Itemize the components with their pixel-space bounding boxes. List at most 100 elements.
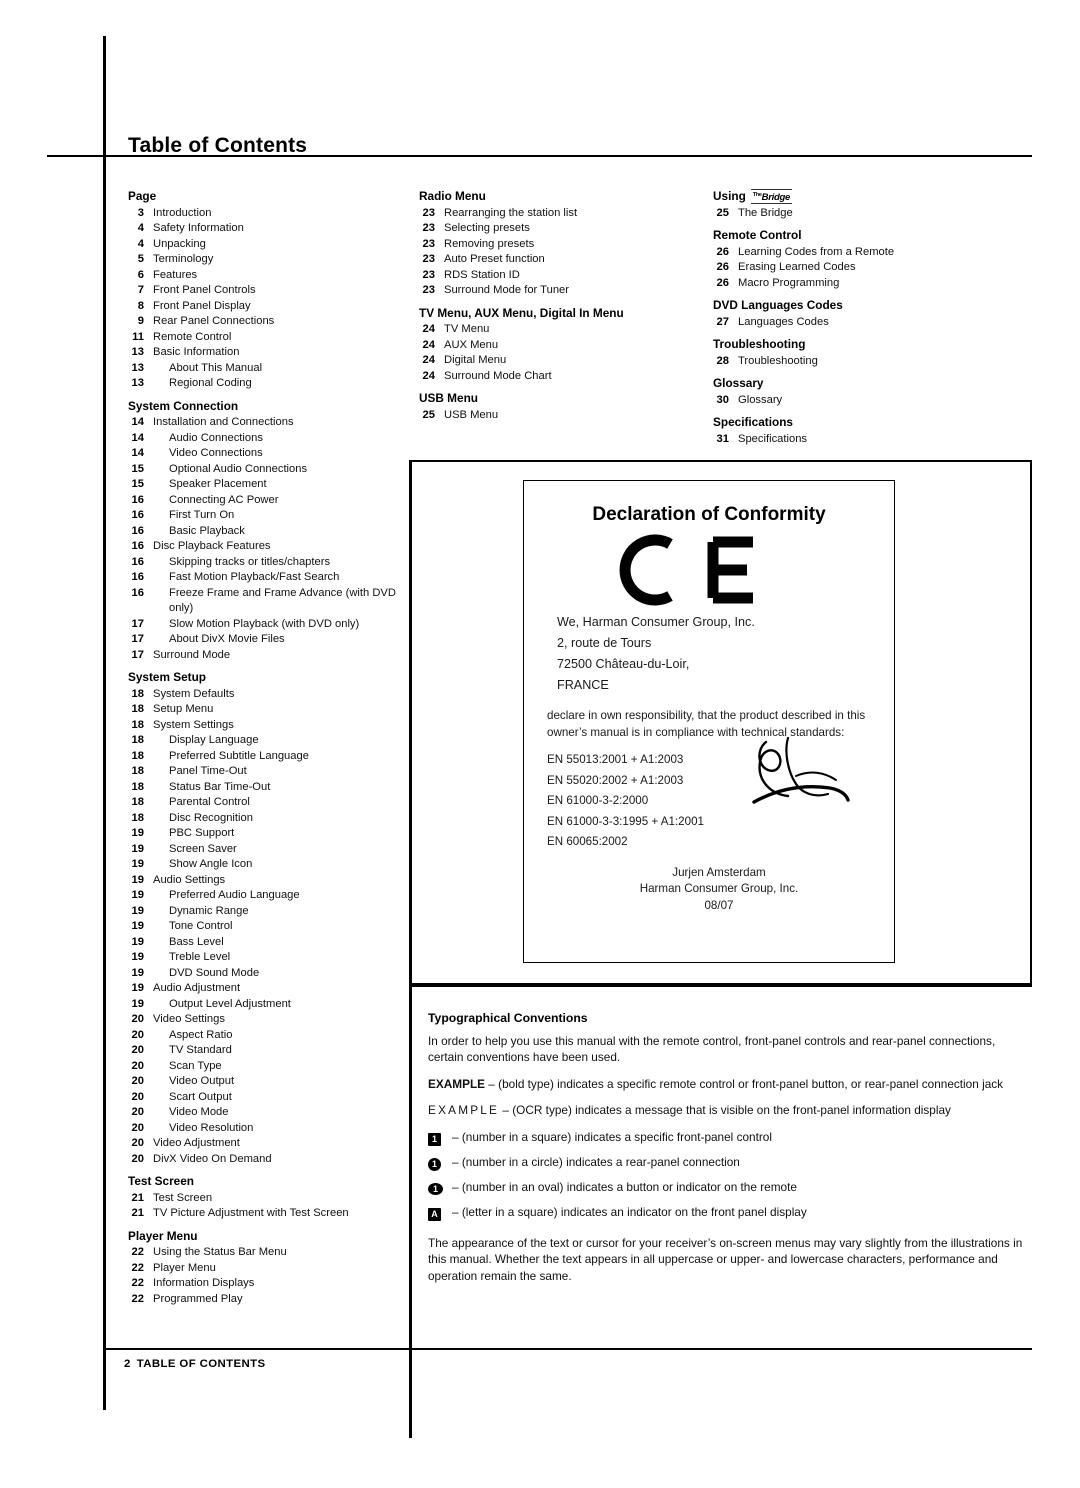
toc-entry[interactable]: 22 Using the Status Bar Menu (128, 1245, 403, 1261)
toc-entry[interactable]: 19 Tone Control (128, 919, 403, 935)
toc-entry[interactable]: 24 TV Menu (419, 322, 689, 338)
toc-entry[interactable]: 15 Speaker Placement (128, 477, 403, 493)
toc-entry[interactable]: 20 Scan Type (128, 1059, 403, 1075)
toc-entry-label: Status Bar Time-Out (169, 780, 271, 793)
toc-entry[interactable]: 13 Basic Information (128, 345, 403, 361)
toc-entry[interactable]: 19 Output Level Adjustment (128, 997, 403, 1013)
toc-entry[interactable]: 19 Treble Level (128, 950, 403, 966)
toc-entry[interactable]: 20 Aspect Ratio (128, 1028, 403, 1044)
toc-entry[interactable]: 13 Regional Coding (128, 376, 403, 392)
toc-entry[interactable]: 31 Specifications (713, 432, 963, 448)
toc-entry[interactable]: 16 Fast Motion Playback/Fast Search (128, 570, 403, 586)
toc-entry[interactable]: 18 Status Bar Time-Out (128, 780, 403, 796)
toc-entry[interactable]: 23 Surround Mode for Tuner (419, 283, 689, 299)
toc-entry[interactable]: 18 Parental Control (128, 795, 403, 811)
toc-entry[interactable]: 16 First Turn On (128, 508, 403, 524)
toc-entry[interactable]: 16 Connecting AC Power (128, 493, 403, 509)
toc-entry[interactable]: 16 Freeze Frame and Frame Advance (with D… (128, 586, 403, 617)
legend-glyph-circle-icon: 1 (428, 1154, 452, 1171)
toc-entry[interactable]: 19 Preferred Audio Language (128, 888, 403, 904)
toc-entry[interactable]: 16 Basic Playback (128, 524, 403, 540)
toc-entry-page: 20 (131, 1090, 144, 1103)
toc-entry[interactable]: 23 Selecting presets (419, 221, 689, 237)
toc-entry[interactable]: 23 Removing presets (419, 237, 689, 253)
toc-entry[interactable]: 19 Bass Level (128, 935, 403, 951)
typographical-closing: The appearance of the text or cursor for… (428, 1235, 1023, 1283)
typographical-intro: In order to help you use this manual wit… (428, 1033, 996, 1065)
toc-entry[interactable]: 25 USB Menu (419, 408, 689, 424)
toc-entry[interactable]: 4 Unpacking (128, 237, 403, 253)
toc-entry[interactable]: 14 Installation and Connections (128, 415, 403, 431)
toc-entry[interactable]: 14 Audio Connections (128, 431, 403, 447)
toc-entry-page: 8 (137, 299, 144, 312)
toc-entry[interactable]: 15 Optional Audio Connections (128, 462, 403, 478)
toc-entry[interactable]: 18 System Settings (128, 718, 403, 734)
toc-entry[interactable]: 20 Video Resolution (128, 1121, 403, 1137)
toc-entry[interactable]: 8 Front Panel Display (128, 299, 403, 315)
toc-entry[interactable]: 20 Video Settings (128, 1012, 403, 1028)
toc-entry[interactable]: 21 TV Picture Adjustment with Test Screen (128, 1206, 403, 1222)
toc-entry[interactable]: 18 Panel Time-Out (128, 764, 403, 780)
legend-item: 1 – (number in an oval) indicates a butto… (428, 1179, 1028, 1196)
toc-entry[interactable]: 23 RDS Station ID (419, 268, 689, 284)
toc-entry[interactable]: 18 Setup Menu (128, 702, 403, 718)
toc-entry-label: Preferred Audio Language (169, 889, 300, 901)
toc-entry[interactable]: 17 About DivX Movie Files (128, 632, 403, 648)
toc-entry-label: Parental Control (169, 796, 250, 808)
toc-entry[interactable]: 5 Terminology (128, 252, 403, 268)
toc-entry[interactable]: 27 Languages Codes (713, 315, 963, 331)
toc-entry[interactable]: 22 Programmed Play (128, 1292, 403, 1308)
toc-entry[interactable]: 24 Surround Mode Chart (419, 369, 689, 385)
toc-entry[interactable]: 9 Rear Panel Connections (128, 314, 403, 330)
toc-entry[interactable]: 19 Screen Saver (128, 842, 403, 858)
declaration-address-line-2: 72500 Château-du-Loir, (557, 657, 690, 671)
toc-entry[interactable]: 18 Preferred Subtitle Language (128, 749, 403, 765)
toc-entry-page: 22 (131, 1246, 144, 1258)
toc-entry[interactable]: 23 Auto Preset function (419, 252, 689, 268)
toc-entry[interactable]: 18 Display Language (128, 733, 403, 749)
toc-entry[interactable]: 4 Safety Information (128, 221, 403, 237)
toc-entry-label: Video Connections (169, 447, 263, 459)
toc-entry[interactable]: 11 Remote Control (128, 330, 403, 346)
toc-entry[interactable]: 14 Video Connections (128, 446, 403, 462)
toc-entry[interactable]: 20 TV Standard (128, 1043, 403, 1059)
toc-entry-label: Safety Information (153, 222, 244, 234)
toc-entry[interactable]: 19 Show Angle Icon (128, 857, 403, 873)
toc-entry[interactable]: 18 Disc Recognition (128, 811, 403, 827)
toc-entry[interactable]: 25 The Bridge (713, 206, 963, 222)
toc-entry[interactable]: 22 Player Menu (128, 1261, 403, 1277)
toc-entry[interactable]: 30 Glossary (713, 393, 963, 409)
toc-entry[interactable]: 17 Surround Mode (128, 648, 403, 664)
declaration-company: We, Harman Consumer Group, Inc. (557, 615, 755, 629)
toc-entry[interactable]: 24 Digital Menu (419, 353, 689, 369)
toc-entry[interactable]: 6 Features (128, 268, 403, 284)
toc-entry[interactable]: 7 Front Panel Controls (128, 283, 403, 299)
toc-entry[interactable]: 20 DivX Video On Demand (128, 1152, 403, 1168)
toc-entry[interactable]: 26 Macro Programming (713, 276, 963, 292)
toc-entry[interactable]: 19 Dynamic Range (128, 904, 403, 920)
toc-entry[interactable]: 20 Scart Output (128, 1090, 403, 1106)
toc-entry[interactable]: 19 PBC Support (128, 826, 403, 842)
page-footer: 2 TABLE OF CONTENTS (124, 1358, 265, 1370)
toc-entry[interactable]: 24 AUX Menu (419, 338, 689, 354)
toc-entry-page: 11 (132, 330, 144, 343)
toc-entry[interactable]: 26 Learning Codes from a Remote (713, 245, 963, 261)
toc-entry[interactable]: 22 Information Displays (128, 1276, 403, 1292)
legend-glyph-square-icon: A (428, 1204, 452, 1221)
toc-entry[interactable]: 20 Video Adjustment (128, 1136, 403, 1152)
toc-entry[interactable]: 23 Rearranging the station list (419, 206, 689, 222)
toc-entry[interactable]: 28 Troubleshooting (713, 354, 963, 370)
toc-entry[interactable]: 21 Test Screen (128, 1191, 403, 1207)
toc-entry[interactable]: 19 Audio Settings (128, 873, 403, 889)
toc-entry[interactable]: 13 About This Manual (128, 361, 403, 377)
toc-entry[interactable]: 17 Slow Motion Playback (with DVD only) (128, 617, 403, 633)
toc-entry[interactable]: 16 Disc Playback Features (128, 539, 403, 555)
toc-entry[interactable]: 19 Audio Adjustment (128, 981, 403, 997)
toc-entry[interactable]: 26 Erasing Learned Codes (713, 260, 963, 276)
toc-entry[interactable]: 20 Video Output (128, 1074, 403, 1090)
toc-entry[interactable]: 20 Video Mode (128, 1105, 403, 1121)
toc-entry[interactable]: 19 DVD Sound Mode (128, 966, 403, 982)
toc-entry[interactable]: 3 Introduction (128, 206, 403, 222)
toc-entry[interactable]: 16 Skipping tracks or titles/chapters (128, 555, 403, 571)
toc-entry[interactable]: 18 System Defaults (128, 687, 403, 703)
